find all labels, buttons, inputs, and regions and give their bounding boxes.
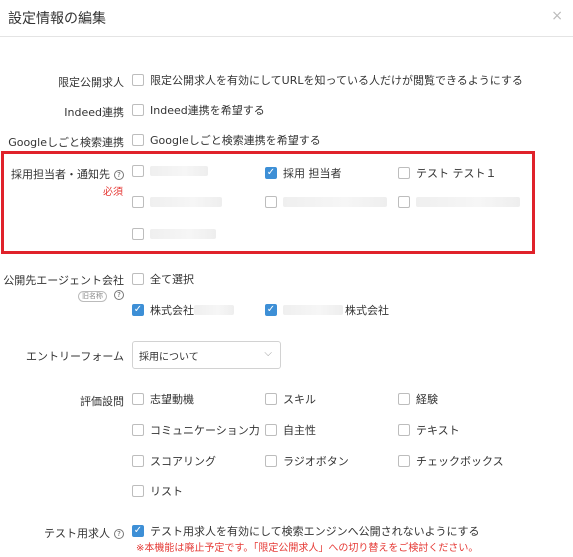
evaluation-option-label: リスト [150, 485, 183, 498]
evaluation-option[interactable]: 自主性 [265, 422, 316, 438]
recruiter-option-label: テスト テスト１ [416, 167, 497, 180]
checkbox-box[interactable] [132, 393, 144, 405]
redacted-name [283, 197, 387, 207]
entry-form-select[interactable]: 採用について ⌵ [132, 341, 281, 369]
test-job-label: テスト用求人? [44, 525, 124, 541]
indeed-checkbox[interactable]: Indeed連携を希望する [132, 102, 265, 118]
redacted-name [150, 229, 216, 239]
agent-label: 公開先エージェント会社 [3, 274, 124, 287]
indeed-label: Indeed連携 [64, 106, 124, 119]
checkbox-box[interactable] [132, 74, 144, 86]
evaluation-option[interactable]: スキル [265, 391, 316, 407]
deprecation-warning: ※本機能は廃止予定です。「限定公開求人」への切り替えをご検討ください。 [136, 543, 479, 554]
limited-public-option-text: 限定公開求人を有効にしてURLを知っている人だけが閲覧できるようにする [150, 74, 523, 87]
evaluation-option[interactable]: 経験 [398, 391, 438, 407]
checkbox-box[interactable] [132, 228, 144, 240]
old-name-badge: 旧名称 [78, 291, 107, 302]
checkbox-box[interactable] [132, 273, 144, 285]
evaluation-label: 評価設問 [80, 395, 124, 408]
evaluation-option[interactable]: テキスト [398, 422, 460, 438]
evaluation-option-label: チェックボックス [416, 455, 504, 468]
recruiter-option[interactable] [132, 165, 208, 177]
evaluation-option-label: スキル [283, 393, 316, 406]
modal-title: 設定情報の編集 [8, 11, 106, 27]
agent-company-option[interactable]: ✓ 株式会社 [265, 302, 389, 318]
redacted-company-name [283, 305, 343, 315]
evaluation-option[interactable]: 志望動機 [132, 391, 194, 407]
company-prefix: 株式会社 [150, 304, 194, 317]
evaluation-option-label: コミュニケーション力 [150, 424, 260, 437]
google-option-text: Googleしごと検索連携を希望する [150, 134, 321, 147]
checked-checkbox[interactable]: ✓ [132, 304, 144, 316]
recruiter-option[interactable] [398, 196, 520, 208]
select-all-text: 全て選択 [150, 273, 194, 286]
chevron-down-icon: ⌵ [264, 348, 272, 359]
evaluation-option-label: スコアリング [150, 455, 216, 468]
checkbox-box[interactable] [265, 424, 277, 436]
checkbox-box[interactable] [398, 393, 410, 405]
evaluation-option-label: 志望動機 [150, 393, 194, 406]
recruiter-option[interactable]: テスト テスト１ [398, 165, 497, 181]
checkbox-box[interactable] [265, 196, 277, 208]
checked-checkbox[interactable]: ✓ [132, 525, 144, 537]
checkbox-box[interactable] [132, 485, 144, 497]
checkbox-box[interactable] [132, 196, 144, 208]
help-icon[interactable]: ? [114, 529, 124, 539]
recruiter-label: 採用担当者・通知先? [11, 166, 124, 182]
entry-form-value: 採用について [139, 351, 199, 363]
limited-public-label: 限定公開求人 [58, 76, 124, 89]
evaluation-option-label: 自主性 [283, 424, 316, 437]
recruiter-option[interactable] [132, 228, 216, 240]
checkbox-box[interactable] [132, 455, 144, 467]
test-job-option-text: テスト用求人を有効にして検索エンジンへ公開されないようにする [150, 525, 480, 538]
evaluation-option[interactable]: ラジオボタン [265, 453, 349, 469]
checkbox-box[interactable] [265, 455, 277, 467]
evaluation-option[interactable]: チェックボックス [398, 453, 504, 469]
evaluation-option-label: ラジオボタン [283, 455, 349, 468]
checked-checkbox[interactable]: ✓ [265, 304, 277, 316]
agent-label-sub: 旧名称? [78, 288, 124, 302]
google-label: Googleしごと検索連携 [8, 136, 124, 149]
evaluation-option[interactable]: スコアリング [132, 453, 216, 469]
evaluation-option[interactable]: リスト [132, 483, 183, 499]
evaluation-option[interactable]: コミュニケーション力 [132, 422, 260, 438]
agent-company-option[interactable]: ✓ 株式会社 [132, 302, 234, 318]
checkbox-box[interactable] [265, 393, 277, 405]
checkbox-box[interactable] [398, 196, 410, 208]
recruiter-option[interactable] [265, 196, 387, 208]
checkbox-box[interactable] [132, 165, 144, 177]
select-all-checkbox[interactable]: 全て選択 [132, 271, 194, 287]
recruiter-option-label: 採用 担当者 [283, 167, 342, 180]
google-checkbox[interactable]: Googleしごと検索連携を希望する [132, 132, 321, 148]
redacted-company-name [194, 305, 234, 315]
modal-header: 設定情報の編集 × [0, 0, 573, 37]
test-job-label-text: テスト用求人 [44, 527, 110, 540]
redacted-name [150, 197, 222, 207]
checkbox-box[interactable] [132, 424, 144, 436]
checkbox-box[interactable] [132, 104, 144, 116]
checkbox-box[interactable] [132, 134, 144, 146]
redacted-name [416, 197, 520, 207]
evaluation-option-label: 経験 [416, 393, 438, 406]
test-job-checkbox[interactable]: ✓ テスト用求人を有効にして検索エンジンへ公開されないようにする [132, 523, 480, 539]
limited-public-checkbox[interactable]: 限定公開求人を有効にしてURLを知っている人だけが閲覧できるようにする [132, 72, 523, 88]
company-suffix: 株式会社 [345, 304, 389, 317]
checked-checkbox[interactable]: ✓ [265, 167, 277, 179]
evaluation-option-label: テキスト [416, 424, 460, 437]
required-badge: 必須 [103, 187, 123, 198]
recruiter-label-text: 採用担当者・通知先 [11, 168, 110, 181]
recruiter-option[interactable]: ✓ 採用 担当者 [265, 165, 342, 181]
checkbox-box[interactable] [398, 167, 410, 179]
help-icon[interactable]: ? [114, 290, 124, 300]
entry-form-label: エントリーフォーム [25, 350, 124, 363]
redacted-name [150, 166, 208, 176]
close-icon[interactable]: × [551, 8, 563, 24]
recruiter-option[interactable] [132, 196, 222, 208]
help-icon[interactable]: ? [114, 170, 124, 180]
checkbox-box[interactable] [398, 455, 410, 467]
checkbox-box[interactable] [398, 424, 410, 436]
indeed-option-text: Indeed連携を希望する [150, 104, 265, 117]
